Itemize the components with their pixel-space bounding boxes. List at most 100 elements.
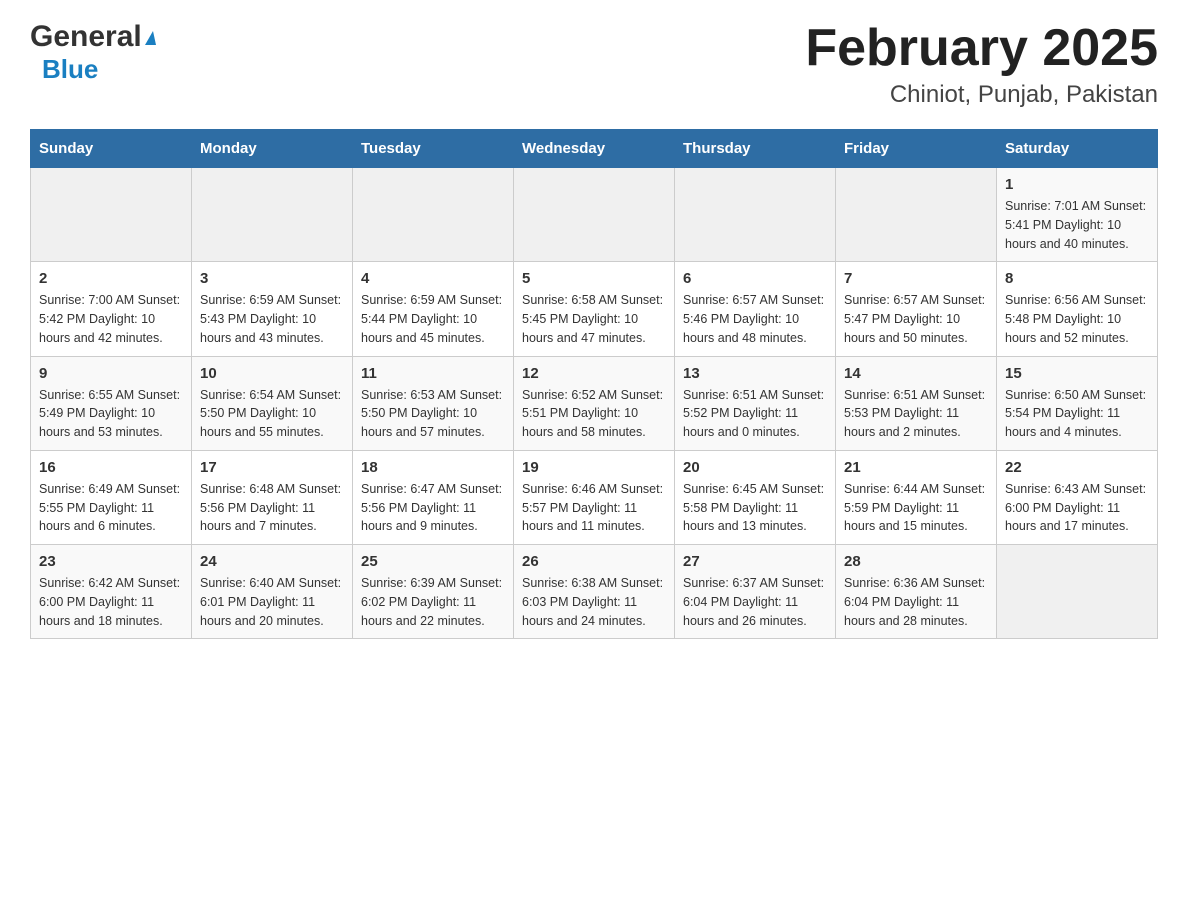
weekday-header-row: Sunday Monday Tuesday Wednesday Thursday…: [31, 130, 1158, 168]
header-saturday: Saturday: [997, 130, 1158, 168]
day-info: Sunrise: 6:42 AM Sunset: 6:00 PM Dayligh…: [39, 574, 183, 630]
day-number: 27: [683, 553, 827, 570]
calendar-cell: 13Sunrise: 6:51 AM Sunset: 5:52 PM Dayli…: [675, 356, 836, 450]
day-number: 16: [39, 459, 183, 476]
calendar-cell: 28 Sunrise: 6:36 AM Sunset: 6:04 PM Dayli…: [836, 545, 997, 639]
day-number: 26: [522, 553, 666, 570]
calendar-week-row: 2 Sunrise: 7:00 AM Sunset: 5:42 PM Daylig…: [31, 262, 1158, 356]
calendar-cell: [836, 168, 997, 262]
calendar-week-row: 9 Sunrise: 6:55 AM Sunset: 5:49 PM Daylig…: [31, 356, 1158, 450]
day-number: 25: [361, 553, 505, 570]
day-number: 4: [361, 270, 505, 287]
calendar-week-row: 23 Sunrise: 6:42 AM Sunset: 6:00 PM Dayli…: [31, 545, 1158, 639]
day-info: Sunrise: 7:00 AM Sunset: 5:42 PM Dayligh…: [39, 291, 183, 347]
calendar-cell: 18 Sunrise: 6:47 AM Sunset: 5:56 PM Dayli…: [353, 450, 514, 544]
calendar-cell: 26 Sunrise: 6:38 AM Sunset: 6:03 PM Dayli…: [514, 545, 675, 639]
day-info: Sunrise: 6:58 AM Sunset: 5:45 PM Dayligh…: [522, 291, 666, 347]
day-info: Sunrise: 6:51 AM Sunset: 5:52 PM Dayligh…: [683, 386, 827, 442]
logo-general-text: General: [30, 20, 156, 54]
day-number: 14: [844, 365, 988, 382]
calendar-cell: 12 Sunrise: 6:52 AM Sunset: 5:51 PM Dayli…: [514, 356, 675, 450]
day-number: 1: [1005, 176, 1149, 193]
calendar-cell: 11 Sunrise: 6:53 AM Sunset: 5:50 PM Dayli…: [353, 356, 514, 450]
title-block: February 2025 Chiniot, Punjab, Pakistan: [805, 20, 1158, 109]
calendar-cell: [353, 168, 514, 262]
calendar-cell: [997, 545, 1158, 639]
day-info: Sunrise: 6:50 AM Sunset: 5:54 PM Dayligh…: [1005, 386, 1149, 442]
day-number: 17: [200, 459, 344, 476]
calendar-cell: 22Sunrise: 6:43 AM Sunset: 6:00 PM Dayli…: [997, 450, 1158, 544]
day-number: 28: [844, 553, 988, 570]
day-number: 23: [39, 553, 183, 570]
calendar-cell: [675, 168, 836, 262]
day-number: 8: [1005, 270, 1149, 287]
calendar-subtitle: Chiniot, Punjab, Pakistan: [805, 81, 1158, 109]
day-number: 10: [200, 365, 344, 382]
calendar-cell: 8 Sunrise: 6:56 AM Sunset: 5:48 PM Daylig…: [997, 262, 1158, 356]
day-number: 9: [39, 365, 183, 382]
day-info: Sunrise: 6:51 AM Sunset: 5:53 PM Dayligh…: [844, 386, 988, 442]
day-number: 7: [844, 270, 988, 287]
header-sunday: Sunday: [31, 130, 192, 168]
logo: General Blue: [30, 20, 156, 85]
day-number: 19: [522, 459, 666, 476]
calendar-table: Sunday Monday Tuesday Wednesday Thursday…: [30, 129, 1158, 639]
day-info: Sunrise: 6:49 AM Sunset: 5:55 PM Dayligh…: [39, 480, 183, 536]
calendar-cell: 1 Sunrise: 7:01 AM Sunset: 5:41 PM Daylig…: [997, 168, 1158, 262]
day-number: 15: [1005, 365, 1149, 382]
day-info: Sunrise: 6:55 AM Sunset: 5:49 PM Dayligh…: [39, 386, 183, 442]
calendar-cell: 6Sunrise: 6:57 AM Sunset: 5:46 PM Daylig…: [675, 262, 836, 356]
day-number: 5: [522, 270, 666, 287]
calendar-cell: 20Sunrise: 6:45 AM Sunset: 5:58 PM Dayli…: [675, 450, 836, 544]
day-number: 22: [1005, 459, 1149, 476]
day-info: Sunrise: 6:46 AM Sunset: 5:57 PM Dayligh…: [522, 480, 666, 536]
day-info: Sunrise: 6:57 AM Sunset: 5:46 PM Dayligh…: [683, 291, 827, 347]
day-info: Sunrise: 6:59 AM Sunset: 5:43 PM Dayligh…: [200, 291, 344, 347]
day-number: 2: [39, 270, 183, 287]
calendar-cell: 14 Sunrise: 6:51 AM Sunset: 5:53 PM Dayli…: [836, 356, 997, 450]
calendar-cell: 5 Sunrise: 6:58 AM Sunset: 5:45 PM Daylig…: [514, 262, 675, 356]
calendar-cell: 2 Sunrise: 7:00 AM Sunset: 5:42 PM Daylig…: [31, 262, 192, 356]
calendar-cell: 15 Sunrise: 6:50 AM Sunset: 5:54 PM Dayli…: [997, 356, 1158, 450]
day-info: Sunrise: 6:40 AM Sunset: 6:01 PM Dayligh…: [200, 574, 344, 630]
day-info: Sunrise: 6:36 AM Sunset: 6:04 PM Dayligh…: [844, 574, 988, 630]
page-header: General Blue February 2025 Chiniot, Punj…: [30, 20, 1158, 109]
day-info: Sunrise: 6:57 AM Sunset: 5:47 PM Dayligh…: [844, 291, 988, 347]
day-number: 20: [683, 459, 827, 476]
day-info: Sunrise: 6:52 AM Sunset: 5:51 PM Dayligh…: [522, 386, 666, 442]
day-info: Sunrise: 6:44 AM Sunset: 5:59 PM Dayligh…: [844, 480, 988, 536]
day-number: 21: [844, 459, 988, 476]
day-info: Sunrise: 6:38 AM Sunset: 6:03 PM Dayligh…: [522, 574, 666, 630]
header-friday: Friday: [836, 130, 997, 168]
calendar-cell: 23 Sunrise: 6:42 AM Sunset: 6:00 PM Dayli…: [31, 545, 192, 639]
day-info: Sunrise: 6:47 AM Sunset: 5:56 PM Dayligh…: [361, 480, 505, 536]
header-thursday: Thursday: [675, 130, 836, 168]
calendar-cell: 3 Sunrise: 6:59 AM Sunset: 5:43 PM Daylig…: [192, 262, 353, 356]
calendar-cell: 4Sunrise: 6:59 AM Sunset: 5:44 PM Daylig…: [353, 262, 514, 356]
day-info: Sunrise: 6:37 AM Sunset: 6:04 PM Dayligh…: [683, 574, 827, 630]
calendar-cell: 7 Sunrise: 6:57 AM Sunset: 5:47 PM Daylig…: [836, 262, 997, 356]
day-number: 24: [200, 553, 344, 570]
calendar-cell: 19 Sunrise: 6:46 AM Sunset: 5:57 PM Dayli…: [514, 450, 675, 544]
day-number: 11: [361, 365, 505, 382]
header-monday: Monday: [192, 130, 353, 168]
calendar-cell: 9 Sunrise: 6:55 AM Sunset: 5:49 PM Daylig…: [31, 356, 192, 450]
calendar-cell: [192, 168, 353, 262]
day-info: Sunrise: 6:54 AM Sunset: 5:50 PM Dayligh…: [200, 386, 344, 442]
day-info: Sunrise: 7:01 AM Sunset: 5:41 PM Dayligh…: [1005, 197, 1149, 253]
day-number: 18: [361, 459, 505, 476]
day-info: Sunrise: 6:53 AM Sunset: 5:50 PM Dayligh…: [361, 386, 505, 442]
day-number: 3: [200, 270, 344, 287]
day-info: Sunrise: 6:56 AM Sunset: 5:48 PM Dayligh…: [1005, 291, 1149, 347]
calendar-cell: [514, 168, 675, 262]
calendar-cell: 24 Sunrise: 6:40 AM Sunset: 6:01 PM Dayli…: [192, 545, 353, 639]
calendar-cell: 17 Sunrise: 6:48 AM Sunset: 5:56 PM Dayli…: [192, 450, 353, 544]
day-info: Sunrise: 6:48 AM Sunset: 5:56 PM Dayligh…: [200, 480, 344, 536]
day-number: 12: [522, 365, 666, 382]
calendar-week-row: 1 Sunrise: 7:01 AM Sunset: 5:41 PM Daylig…: [31, 168, 1158, 262]
calendar-cell: 27 Sunrise: 6:37 AM Sunset: 6:04 PM Dayli…: [675, 545, 836, 639]
calendar-title: February 2025: [805, 20, 1158, 77]
day-info: Sunrise: 6:39 AM Sunset: 6:02 PM Dayligh…: [361, 574, 505, 630]
calendar-cell: [31, 168, 192, 262]
logo-blue-text: Blue: [42, 54, 98, 85]
